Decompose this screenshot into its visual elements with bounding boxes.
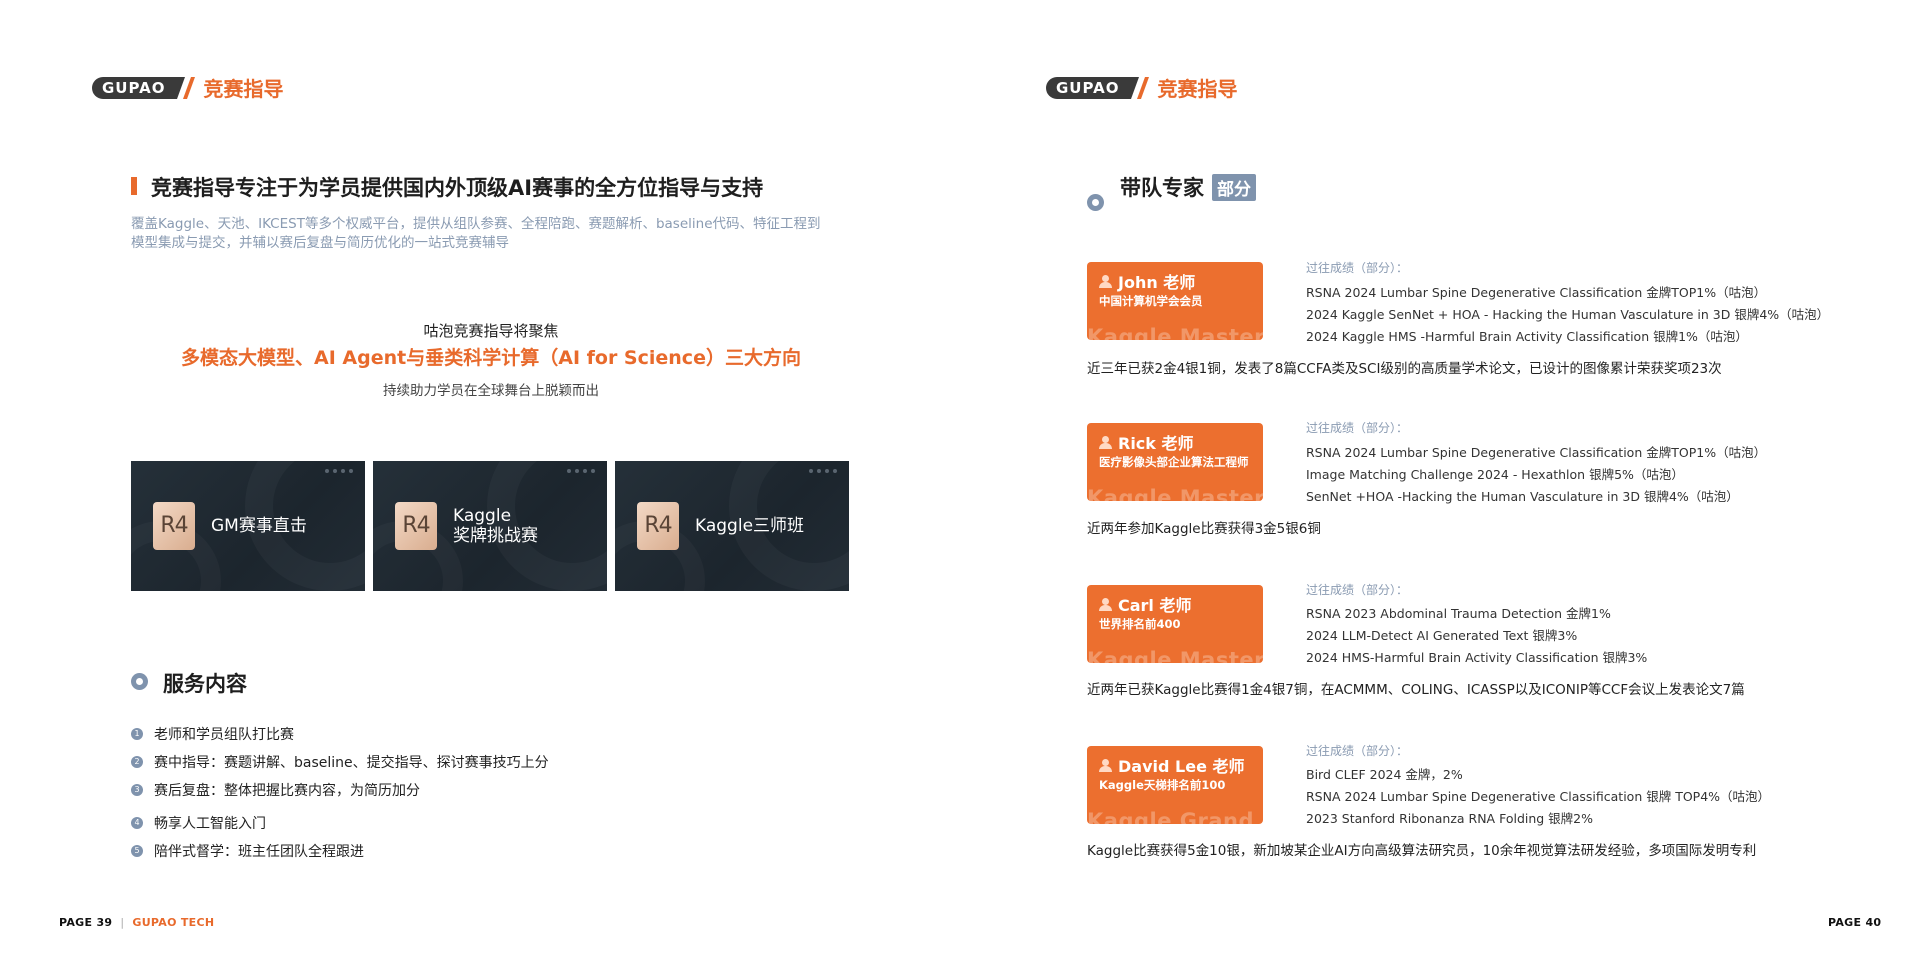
number-badge: 5 bbox=[131, 845, 143, 857]
number-badge: 3 bbox=[131, 784, 143, 796]
past-item: 2024 HMS-Harmful Brain Activity Classifi… bbox=[1306, 650, 1648, 665]
expert-name: John 老师 bbox=[1118, 273, 1196, 292]
card-label-line-1: Kaggle bbox=[453, 506, 512, 526]
section-label: 竞赛指导 bbox=[1157, 77, 1238, 101]
past-item: RSNA 2024 Lumbar Spine Degenerative Clas… bbox=[1306, 285, 1767, 300]
expert-card-carl: Carl 老师 世界排名前400 Kaggle Master bbox=[1087, 585, 1263, 663]
service-item: 1 老师和学员组队打比赛 bbox=[131, 724, 294, 744]
intro-text: 覆盖Kaggle、天池、IKCEST等多个权威平台，提供从组队参赛、全程陪跑、赛… bbox=[131, 215, 871, 253]
r4-badge-icon: R4 bbox=[637, 502, 679, 550]
partial-tag: 部分 bbox=[1212, 174, 1256, 201]
card-label: GM赛事直击 bbox=[211, 516, 307, 536]
target-icon bbox=[1087, 194, 1104, 211]
expert-rank-watermark: Kaggle Master bbox=[1087, 486, 1263, 501]
card-label: Kaggle三师班 bbox=[695, 516, 805, 536]
person-icon bbox=[1099, 274, 1112, 288]
program-card-medal[interactable]: R4 Kaggle 奖牌挑战赛 bbox=[373, 461, 607, 591]
past-item: 2024 Kaggle HMS -Harmful Brain Activity … bbox=[1306, 329, 1748, 344]
expert-summary: 近两年参加Kaggle比赛获得3金5银6铜 bbox=[1087, 521, 1321, 537]
expert-name: Carl 老师 bbox=[1118, 596, 1192, 615]
number-badge: 2 bbox=[131, 756, 143, 768]
card-label: Kaggle 奖牌挑战赛 bbox=[453, 506, 538, 546]
past-item: SenNet +HOA -Hacking the Human Vasculatu… bbox=[1306, 489, 1739, 504]
footer-right: PAGE 40 bbox=[1828, 916, 1881, 929]
service-text: 老师和学员组队打比赛 bbox=[154, 727, 294, 743]
number-badge: 4 bbox=[131, 817, 143, 829]
focus-intro: 咕泡竞赛指导将聚焦 bbox=[423, 322, 559, 340]
section-label: 竞赛指导 bbox=[203, 77, 284, 101]
expert-summary: 近两年已获Kaggle比赛得1金4银7铜，在ACMMM、COLING、ICASS… bbox=[1087, 682, 1745, 698]
service-item: 4 畅享人工智能入门 bbox=[131, 813, 266, 833]
page-number: PAGE 39 bbox=[59, 916, 113, 929]
program-card-three-masters[interactable]: R4 Kaggle三师班 bbox=[615, 461, 849, 591]
service-item: 3 赛后复盘：整体把握比赛内容，为简历加分 bbox=[131, 780, 420, 800]
headline-bar bbox=[131, 177, 137, 195]
person-icon bbox=[1099, 597, 1112, 611]
service-item: 2 赛中指导：赛题讲解、baseline、提交指导、探讨赛事技巧上分 bbox=[131, 752, 549, 772]
expert-summary: 近三年已获2金4银1铜，发表了8篇CCFA类及SCI级别的高质量学术论文，已设计… bbox=[1087, 361, 1722, 377]
experts-title-text: 带队专家 bbox=[1120, 176, 1204, 200]
logo-badge: GUPAO bbox=[92, 76, 187, 99]
r4-badge-icon: R4 bbox=[153, 502, 195, 550]
service-text: 赛中指导：赛题讲解、baseline、提交指导、探讨赛事技巧上分 bbox=[154, 755, 549, 771]
expert-name: David Lee 老师 bbox=[1118, 757, 1245, 776]
card-dots bbox=[809, 469, 837, 473]
service-text: 陪伴式督学：班主任团队全程跟进 bbox=[154, 844, 364, 860]
expert-summary: Kaggle比赛获得5金10银，新加坡某企业AI方向高级算法研究员，10余年视觉… bbox=[1087, 843, 1757, 859]
program-card-gm[interactable]: R4 GM赛事直击 bbox=[131, 461, 365, 591]
card-label-line-2: 奖牌挑战赛 bbox=[453, 526, 538, 546]
card-dots bbox=[567, 469, 595, 473]
past-item: RSNA 2024 Lumbar Spine Degenerative Clas… bbox=[1306, 789, 1771, 804]
past-label: 过往成绩（部分）： bbox=[1306, 261, 1409, 275]
past-item: Bird CLEF 2024 金牌，2% bbox=[1306, 767, 1463, 782]
expert-name: Rick 老师 bbox=[1118, 434, 1194, 453]
expert-rank-watermark: Kaggle Grand Master bbox=[1087, 809, 1263, 824]
expert-role: 中国计算机学会会员 bbox=[1099, 294, 1203, 308]
expert-card-david: David Lee 老师 Kaggle天梯排名前100 Kaggle Grand… bbox=[1087, 746, 1263, 824]
expert-role: 医疗影像头部企业算法工程师 bbox=[1099, 455, 1249, 469]
r4-badge-icon: R4 bbox=[395, 502, 437, 550]
footer-brand: GUPAO TECH bbox=[132, 916, 215, 929]
card-dots bbox=[325, 469, 353, 473]
person-icon bbox=[1099, 435, 1112, 449]
focus-tagline: 持续助力学员在全球舞台上脱颖而出 bbox=[383, 383, 599, 399]
expert-role: 世界排名前400 bbox=[1099, 617, 1181, 631]
experts-title: 带队专家 部分 bbox=[1120, 172, 1256, 202]
person-icon bbox=[1099, 758, 1112, 772]
expert-rank-watermark: Kaggle Master bbox=[1087, 325, 1263, 340]
past-item: 2024 Kaggle SenNet + HOA - Hacking the H… bbox=[1306, 307, 1830, 322]
service-text: 畅享人工智能入门 bbox=[154, 816, 266, 832]
past-item: RSNA 2023 Abdominal Trauma Detection 金牌1… bbox=[1306, 606, 1611, 621]
past-label: 过往成绩（部分）： bbox=[1306, 583, 1409, 597]
services-title: 服务内容 bbox=[163, 672, 247, 696]
focus-directions: 多模态大模型、AI Agent与垂类科学计算（AI for Science）三大… bbox=[181, 347, 801, 369]
footer-separator: | bbox=[120, 916, 125, 929]
intro-line-2: 模型集成与提交，并辅以赛后复盘与简历优化的一站式竞赛辅导 bbox=[131, 235, 509, 251]
logo-right: GUPAO 竞赛指导 bbox=[1046, 73, 1237, 102]
service-item: 5 陪伴式督学：班主任团队全程跟进 bbox=[131, 841, 364, 861]
intro-line-1: 覆盖Kaggle、天池、IKCEST等多个权威平台，提供从组队参赛、全程陪跑、赛… bbox=[131, 216, 821, 232]
number-badge: 1 bbox=[131, 728, 143, 740]
headline: 竞赛指导专注于为学员提供国内外顶级AI赛事的全方位指导与支持 bbox=[151, 176, 764, 200]
past-item: Image Matching Challenge 2024 - Hexathlo… bbox=[1306, 467, 1684, 482]
expert-card-rick: Rick 老师 医疗影像头部企业算法工程师 Kaggle Master bbox=[1087, 423, 1263, 501]
expert-card-john: John 老师 中国计算机学会会员 Kaggle Master bbox=[1087, 262, 1263, 340]
past-label: 过往成绩（部分）： bbox=[1306, 421, 1409, 435]
past-item: 2024 LLM-Detect AI Generated Text 银牌3% bbox=[1306, 628, 1578, 643]
service-text: 赛后复盘：整体把握比赛内容，为简历加分 bbox=[154, 783, 420, 799]
past-label: 过往成绩（部分）： bbox=[1306, 744, 1409, 758]
past-item: RSNA 2024 Lumbar Spine Degenerative Clas… bbox=[1306, 445, 1767, 460]
footer-left: PAGE 39 | GUPAO TECH bbox=[59, 916, 214, 929]
logo-badge: GUPAO bbox=[1046, 76, 1141, 99]
page-number: PAGE 40 bbox=[1828, 916, 1882, 929]
expert-role: Kaggle天梯排名前100 bbox=[1099, 778, 1226, 792]
target-icon bbox=[131, 673, 148, 690]
expert-rank-watermark: Kaggle Master bbox=[1087, 648, 1263, 663]
logo-left: GUPAO 竞赛指导 bbox=[92, 73, 283, 102]
past-item: 2023 Stanford Ribonanza RNA Folding 银牌2% bbox=[1306, 811, 1594, 826]
